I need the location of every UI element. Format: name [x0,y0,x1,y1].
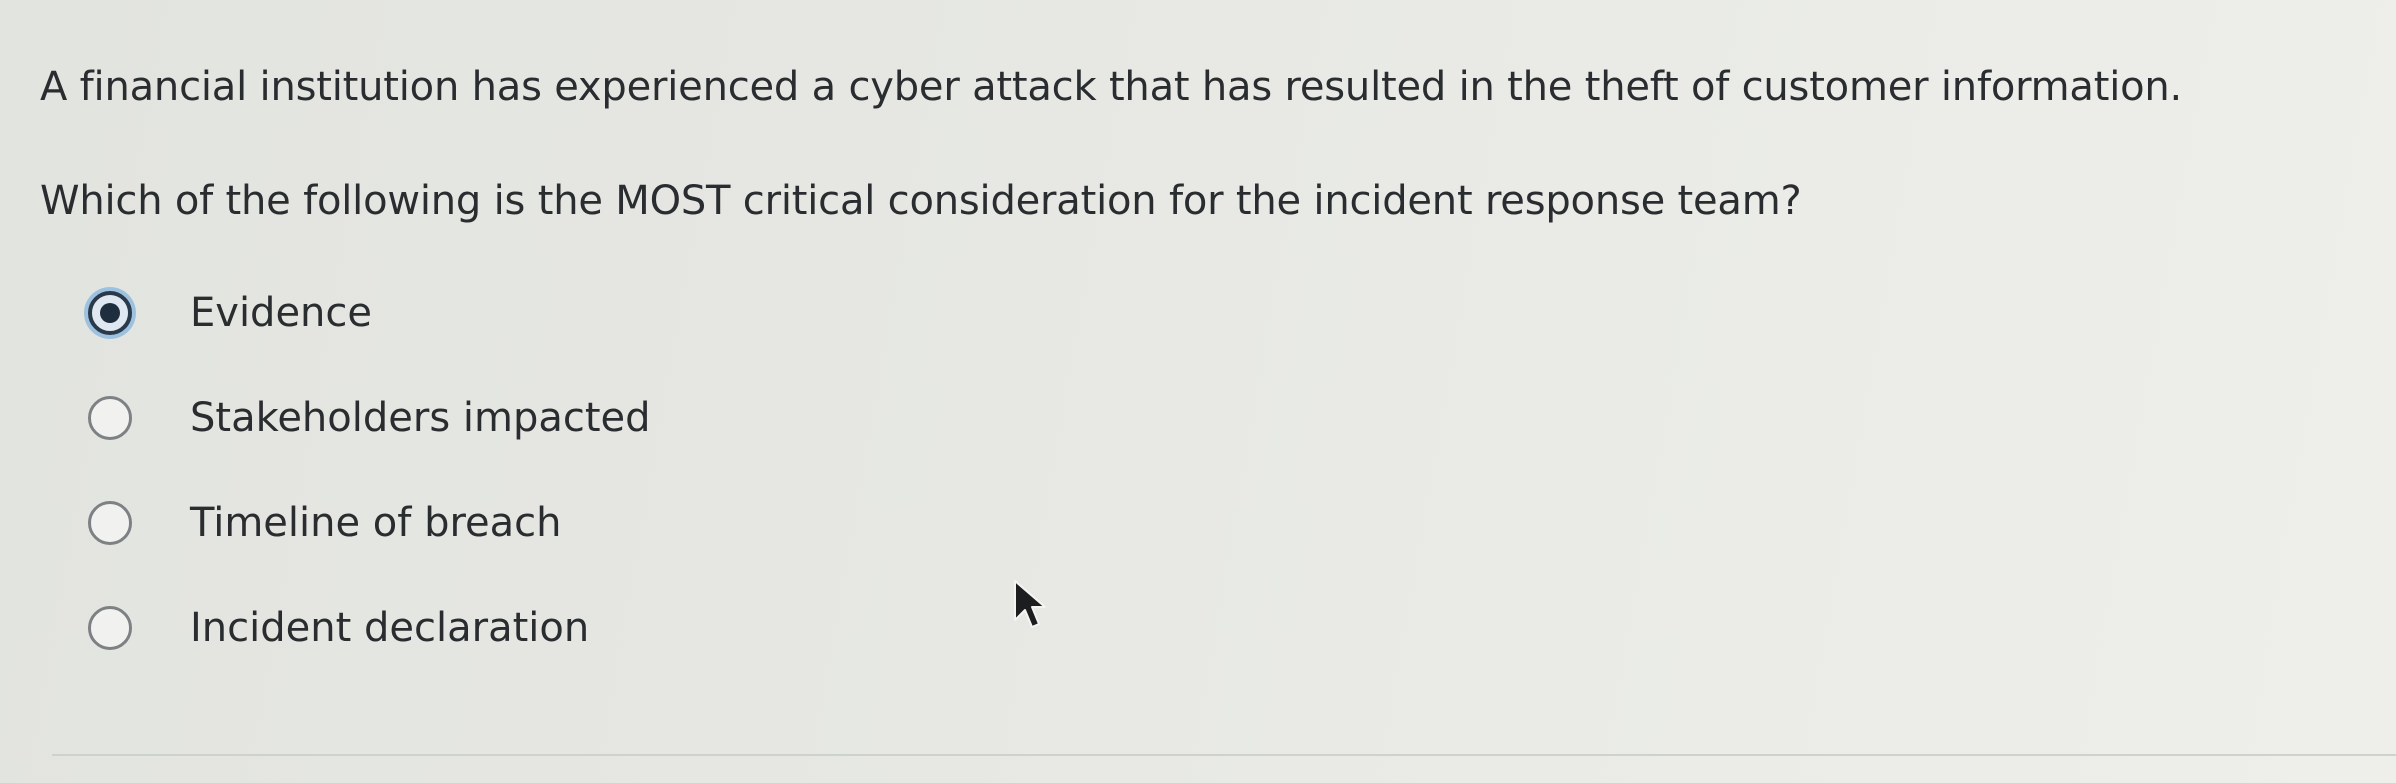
answer-option-timeline-of-breach[interactable]: Timeline of breach [88,491,561,555]
question-prompt: Which of the following is the MOST criti… [40,178,1802,224]
answer-option-label: Stakeholders impacted [190,395,651,441]
radio-selected-icon[interactable] [88,291,132,335]
answer-option-evidence[interactable]: Evidence [88,281,372,345]
answer-option-label: Incident declaration [190,605,590,651]
answer-option-label: Timeline of breach [190,500,562,546]
radio-unselected-icon[interactable] [88,396,132,440]
question-card: A financial institution has experienced … [0,0,2396,783]
radio-unselected-icon[interactable] [88,606,132,650]
mouse-pointer-icon [1014,580,1046,628]
answer-option-stakeholders-impacted[interactable]: Stakeholders impacted [88,386,651,450]
answer-option-incident-declaration[interactable]: Incident declaration [88,596,589,660]
bottom-divider [52,754,2396,756]
question-context: A financial institution has experienced … [40,64,2183,110]
radio-dot-icon [100,303,120,323]
answer-option-label: Evidence [190,290,373,336]
radio-unselected-icon[interactable] [88,501,132,545]
